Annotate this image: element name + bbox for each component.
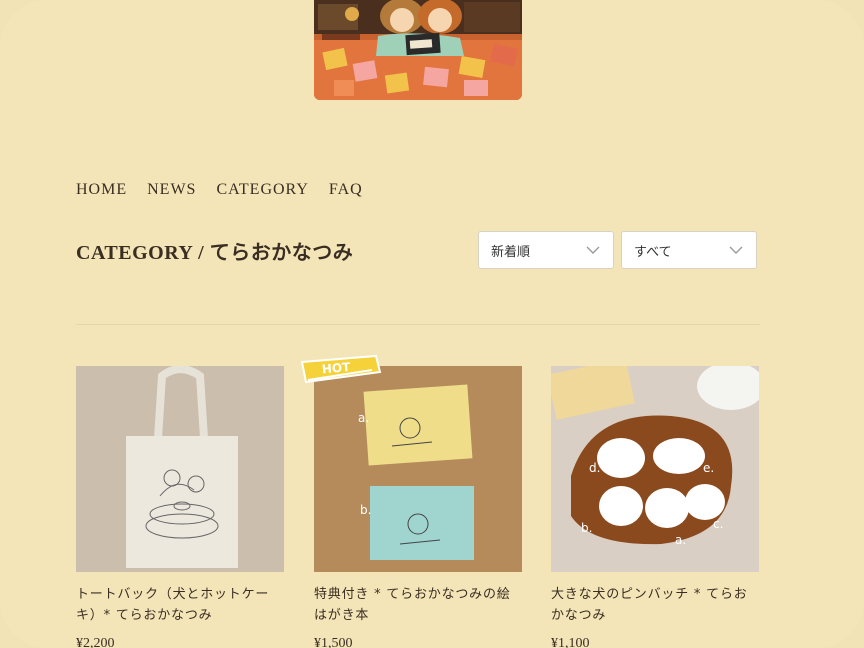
- main-nav: HOME NEWS CATEGORY FAQ: [76, 181, 363, 199]
- nav-category[interactable]: CATEGORY: [216, 181, 308, 199]
- nav-faq[interactable]: FAQ: [329, 181, 363, 199]
- product-price: ¥1,100: [551, 636, 590, 648]
- product-image[interactable]: [76, 366, 284, 572]
- product-card[interactable]: トートバック（犬とホットケーキ）* てらおかなつみ ¥2,200: [76, 366, 284, 648]
- image-label-b: b.: [581, 521, 592, 535]
- product-card[interactable]: a. b. 特典付き * てらおかなつみの絵はがき本 ¥1,500: [314, 366, 522, 648]
- product-image[interactable]: d. e. b. c. a.: [551, 366, 759, 572]
- product-price: ¥2,200: [76, 636, 115, 648]
- divider: [76, 324, 760, 325]
- image-label-e: e.: [703, 461, 714, 475]
- sort-select[interactable]: 新着順: [478, 231, 614, 269]
- image-label-b: b.: [360, 503, 371, 517]
- category-select-value: すべて: [634, 244, 672, 260]
- image-label-a: a.: [358, 411, 369, 425]
- product-name[interactable]: 大きな犬のピンバッチ * てらおかなつみ: [551, 584, 759, 626]
- sort-select-value: 新着順: [491, 244, 531, 260]
- product-image[interactable]: a. b.: [314, 366, 522, 572]
- image-label-a: a.: [675, 533, 686, 547]
- header-illustration[interactable]: [314, 0, 522, 100]
- nav-news[interactable]: NEWS: [147, 181, 196, 199]
- product-name[interactable]: 特典付き * てらおかなつみの絵はがき本: [314, 584, 522, 626]
- product-price: ¥1,500: [314, 636, 353, 648]
- chevron-down-icon: [729, 246, 743, 254]
- page-title: CATEGORY / てらおかなつみ: [76, 242, 354, 264]
- page-frame: HOME NEWS CATEGORY FAQ CATEGORY / てらおかなつ…: [0, 0, 864, 648]
- hot-badge-label: HOT: [321, 360, 351, 376]
- nav-home[interactable]: HOME: [76, 181, 127, 199]
- product-name[interactable]: トートバック（犬とホットケーキ）* てらおかなつみ: [76, 584, 284, 626]
- product-card[interactable]: d. e. b. c. a. 大きな犬のピンバッチ * てらおかなつみ ¥1,1…: [551, 366, 759, 648]
- chevron-down-icon: [586, 246, 600, 254]
- category-select[interactable]: すべて: [621, 231, 757, 269]
- image-label-c: c.: [713, 517, 723, 531]
- image-label-d: d.: [589, 461, 600, 475]
- hot-badge: HOT: [298, 352, 382, 386]
